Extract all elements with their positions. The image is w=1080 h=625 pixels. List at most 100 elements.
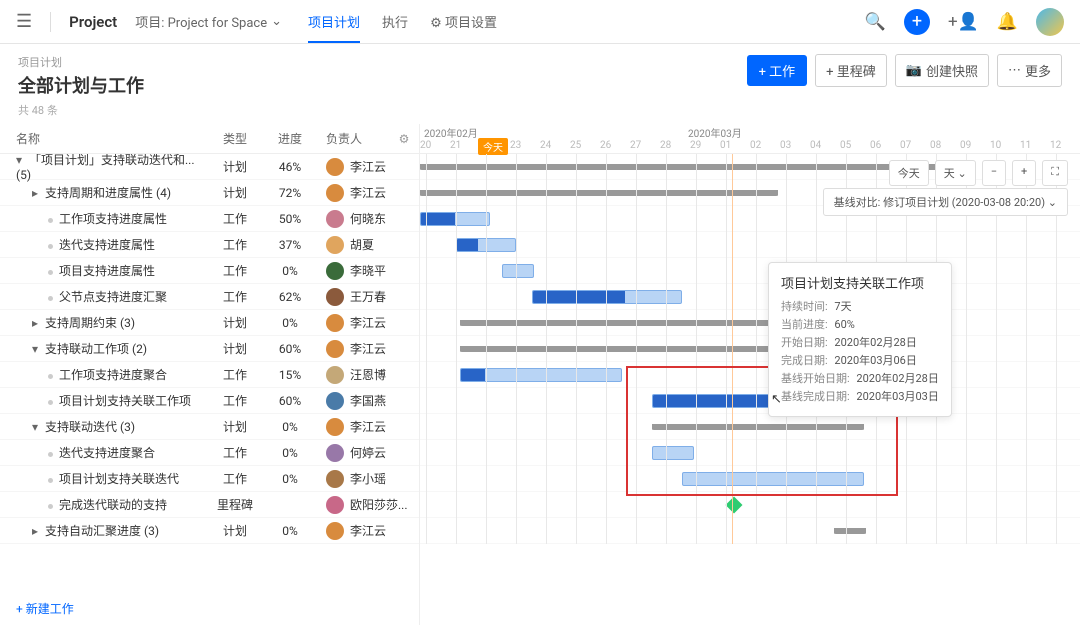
row-type: 里程碑 [208,496,262,513]
row-type: 计划 [208,314,262,331]
row-name: 项目计划支持关联迭代 [59,472,179,486]
expander-icon[interactable]: ▾ [16,154,26,167]
row-type: 计划 [208,158,262,175]
today-button[interactable]: 今天 [889,160,929,186]
table-row[interactable]: ▸ 支持周期约束 (3)计划0%李江云 [0,310,419,336]
expander-icon[interactable]: ▸ [32,186,42,200]
table-row[interactable]: ▸ 支持周期和进度属性 (4)计划72%李江云 [0,180,419,206]
owner-avatar [326,470,344,488]
table-row[interactable]: 完成迭代联动的支持里程碑欧阳莎莎... [0,492,419,518]
gear-icon[interactable]: ⚙ [389,132,419,146]
row-name: 支持联动迭代 (3) [45,420,135,434]
gantt-group-bar[interactable] [834,528,866,534]
search-icon[interactable]: 🔍 [865,12,886,32]
table-row[interactable]: ▾ 支持联动工作项 (2)计划60%李江云 [0,336,419,362]
day-label: 08 [930,140,941,151]
gantt-task-bar[interactable] [460,368,622,382]
camera-icon: 📷 [906,63,922,78]
owner-avatar [326,210,344,228]
row-name: 迭代支持进度属性 [59,238,155,252]
row-progress: 50% [262,212,318,226]
table-row[interactable]: 项目支持进度属性工作0%李晓平 [0,258,419,284]
tooltip-row: 当前进度: 60% [781,316,939,332]
bell-icon[interactable]: 🔔 [997,12,1018,32]
zoom-out-button[interactable]: − [982,160,1006,186]
col-type[interactable]: 类型 [208,130,262,147]
cursor-icon: ↖ [771,392,787,408]
gantt-row [420,518,1080,544]
day-label: 05 [840,140,851,151]
gantt-task-bar[interactable] [532,290,682,304]
table-row[interactable]: 项目计划支持关联迭代工作0%李小瑶 [0,466,419,492]
dot-icon [48,244,53,249]
more-button[interactable]: ⋯更多 [997,54,1062,87]
tooltip-row: 完成日期: 2020年03月06日 [781,352,939,368]
gantt-task-bar[interactable] [502,264,534,278]
gridline [546,154,547,544]
unit-selector[interactable]: 天 ⌄ [935,160,976,186]
baseline-selector[interactable]: 基线对比: 修订项目计划 (2020-03-08 20:20) ⌄ [823,188,1068,216]
day-label: 26 [600,140,611,151]
row-name: 支持周期约束 (3) [45,316,135,330]
expander-icon[interactable]: ▸ [32,316,42,330]
owner-avatar [326,158,344,176]
gantt-group-bar[interactable] [420,164,958,170]
tooltip-row: 持续时间: 7天 [781,298,939,314]
row-owner: 李国燕 [350,392,386,409]
tab-1[interactable]: 执行 [382,0,408,43]
table-row[interactable]: 迭代支持进度聚合工作0%何婷云 [0,440,419,466]
row-owner: 李晓平 [350,262,386,279]
day-label: 27 [630,140,641,151]
divider [50,12,51,32]
invite-icon[interactable]: +👤 [948,12,979,32]
fullscreen-button[interactable]: ⛶ [1042,160,1068,186]
add-milestone-button[interactable]: + 里程碑 [815,54,887,87]
ellipsis-icon: ⋯ [1008,63,1021,78]
tab-0[interactable]: 项目计划 [308,0,360,43]
add-task-link[interactable]: + 新建工作 [0,592,419,625]
table-row[interactable]: ▾ 「项目计划」支持联动迭代和... (5)计划46%李江云 [0,154,419,180]
owner-avatar [326,340,344,358]
row-name: 父节点支持进度汇聚 [59,290,167,304]
row-type: 计划 [208,340,262,357]
tab-2[interactable]: ⚙ 项目设置 [430,0,497,43]
table-row[interactable]: ▸ 支持自动汇聚进度 (3)计划0%李江云 [0,518,419,544]
tooltip-row: 开始日期: 2020年02月28日 [781,334,939,350]
gridline [486,154,487,544]
add-button[interactable]: + [904,9,930,35]
add-work-button[interactable]: + 工作 [747,55,808,86]
table-row[interactable]: 父节点支持进度汇聚工作62%王万春 [0,284,419,310]
col-name[interactable]: 名称 [0,130,208,147]
expander-icon[interactable]: ▾ [32,420,42,434]
expander-icon[interactable]: ▸ [32,524,42,538]
tooltip-row: 基线开始日期: 2020年02月28日 [781,370,939,386]
row-name: 支持联动工作项 (2) [45,342,147,356]
grid-header: 名称 类型 进度 负责人 ⚙ [0,124,419,154]
zoom-in-button[interactable]: + [1012,160,1036,186]
gantt-task-bar[interactable] [420,212,490,226]
create-snapshot-button[interactable]: 📷创建快照 [895,54,989,87]
avatar[interactable] [1036,8,1064,36]
row-type: 工作 [208,288,262,305]
expander-icon[interactable]: ▾ [32,342,42,356]
table-row[interactable]: 迭代支持进度属性工作37%胡夏 [0,232,419,258]
day-label: 20 [420,140,431,151]
gantt-row [420,336,1080,362]
menu-icon[interactable]: ☰ [16,11,32,32]
col-owner[interactable]: 负责人 [318,130,389,147]
row-name: 工作项支持进度聚合 [59,368,167,382]
day-label: 11 [1020,140,1031,151]
table-row[interactable]: 工作项支持进度聚合工作15%汪恩博 [0,362,419,388]
project-selector[interactable]: 项目: Project for Space⌄ [135,12,282,31]
table-row[interactable]: ▾ 支持联动迭代 (3)计划0%李江云 [0,414,419,440]
day-label: 03 [780,140,791,151]
row-type: 工作 [208,210,262,227]
table-row[interactable]: 工作项支持进度属性工作50%何晓东 [0,206,419,232]
row-type: 计划 [208,522,262,539]
milestone-marker[interactable] [726,497,743,514]
gantt-group-bar[interactable] [420,190,778,196]
row-name: 支持自动汇聚进度 (3) [45,524,159,538]
table-row[interactable]: 项目计划支持关联工作项工作60%李国燕 [0,388,419,414]
row-name: 项目计划支持关联工作项 [59,394,191,408]
col-progress[interactable]: 进度 [262,130,318,147]
